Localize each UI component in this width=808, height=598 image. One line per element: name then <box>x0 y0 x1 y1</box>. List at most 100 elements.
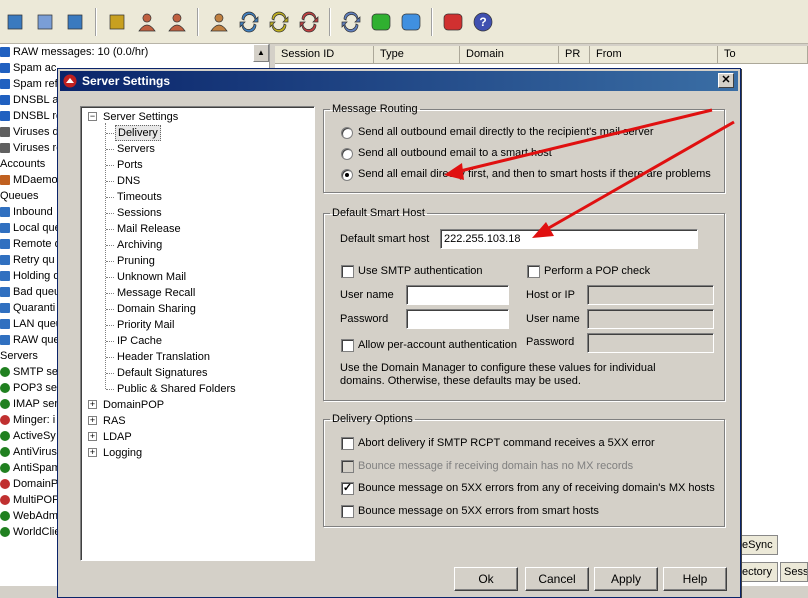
green-status-button[interactable] <box>368 9 394 35</box>
blue-status-button[interactable] <box>398 9 424 35</box>
tree-item-timeouts[interactable]: Timeouts <box>115 189 164 205</box>
queue-refresh-blue-button[interactable] <box>338 9 364 35</box>
tree-item-unknown-mail[interactable]: Unknown Mail <box>115 269 188 285</box>
status-icon <box>0 79 10 89</box>
user-button[interactable] <box>164 9 190 35</box>
per-account-auth-label[interactable]: Allow per-account authentication <box>358 339 517 351</box>
bounce-smarthost-5xx-label[interactable]: Bounce message on 5XX errors from smart … <box>358 505 599 517</box>
column-header-pr[interactable]: PR <box>559 46 590 64</box>
tree-item-sessions[interactable]: Sessions <box>115 205 164 221</box>
filter-button[interactable] <box>32 9 58 35</box>
routing-smarthost-label[interactable]: Send all outbound email to a smart host <box>358 147 552 159</box>
status-tree-item-label: Inbound <box>13 206 53 218</box>
status-tree-item-label: LAN queu <box>13 318 62 330</box>
bounce-mx-5xx-label[interactable]: Bounce message on 5XX errors from any of… <box>358 482 715 494</box>
pop-host-input[interactable] <box>587 285 714 305</box>
dialog-titlebar[interactable]: Server Settings ✕ <box>60 71 738 91</box>
status-tree-item-label: WebAdm <box>13 510 59 522</box>
queue-refresh-red-button[interactable] <box>296 9 322 35</box>
red-status-button[interactable] <box>440 9 466 35</box>
apply-button[interactable]: Apply <box>594 567 658 591</box>
collapse-icon[interactable]: − <box>88 112 97 121</box>
queue-refresh-blue-icon <box>341 11 361 32</box>
tree-item-message-recall[interactable]: Message Recall <box>115 285 197 301</box>
column-header-to[interactable]: To <box>718 46 808 64</box>
smart-host-input[interactable]: 222.255.103.18 <box>440 229 698 249</box>
tree-connector <box>106 133 114 134</box>
tree-item-domainpop[interactable]: DomainPOP <box>101 397 166 413</box>
column-header-domain[interactable]: Domain <box>460 46 559 64</box>
tree-item-mail-release[interactable]: Mail Release <box>115 221 183 237</box>
server-icon <box>0 495 10 505</box>
queue-icon <box>0 319 10 329</box>
bounce-smarthost-5xx-checkbox[interactable] <box>341 505 354 518</box>
users-button[interactable] <box>206 9 232 35</box>
status-tree-item-label: MDaemor <box>13 174 62 186</box>
bounce-mx-5xx-checkbox[interactable]: ✓ <box>341 482 354 495</box>
expand-icon[interactable]: + <box>88 432 97 441</box>
tab-session[interactable]: Sess <box>780 562 808 582</box>
tab-activesync[interactable]: eSync <box>738 535 778 555</box>
pop-password-input[interactable] <box>587 333 714 353</box>
tree-item-ip-cache[interactable]: IP Cache <box>115 333 164 349</box>
bounce-no-mx-label[interactable]: Bounce message if receiving domain has n… <box>358 460 633 472</box>
find-button[interactable] <box>62 9 88 35</box>
tree-item-delivery[interactable]: Delivery <box>115 125 161 141</box>
tree-item-pruning[interactable]: Pruning <box>115 253 157 269</box>
tree-item-dns[interactable]: DNS <box>115 173 142 189</box>
routing-direct-radio[interactable] <box>341 127 353 139</box>
tree-item-servers[interactable]: Servers <box>115 141 157 157</box>
close-button[interactable]: ✕ <box>718 73 734 88</box>
tree-item-domain-sharing[interactable]: Domain Sharing <box>115 301 198 317</box>
tree-item-header-translation[interactable]: Header Translation <box>115 349 212 365</box>
routing-smarthost-radio[interactable] <box>341 148 353 160</box>
column-header-session-id[interactable]: Session ID <box>275 46 374 64</box>
status-tree-item-label: POP3 ser <box>13 382 61 394</box>
tree-item-default-signatures[interactable]: Default Signatures <box>115 365 210 381</box>
expand-icon[interactable]: + <box>88 448 97 457</box>
scroll-up-button[interactable]: ▲ <box>253 44 269 62</box>
smtp-auth-label[interactable]: Use SMTP authentication <box>358 265 483 277</box>
tab-directory[interactable]: ectory <box>738 562 778 582</box>
abort-5xx-label[interactable]: Abort delivery if SMTP RCPT command rece… <box>358 437 655 449</box>
tree-item-archiving[interactable]: Archiving <box>115 237 164 253</box>
pop-user-name-input[interactable] <box>587 309 714 329</box>
dialog-title: Server Settings <box>82 74 171 88</box>
queue-refresh-yellow-button[interactable] <box>266 9 292 35</box>
smtp-auth-checkbox[interactable] <box>341 265 354 278</box>
per-account-auth-checkbox[interactable] <box>341 339 354 352</box>
lock-button[interactable] <box>104 9 130 35</box>
settings-nav-tree[interactable]: − Server Settings Delivery Servers Ports DNS T… <box>80 106 315 561</box>
tree-item-public-shared-folders[interactable]: Public & Shared Folders <box>115 381 238 397</box>
tree-item-ras[interactable]: RAS <box>101 413 128 429</box>
tree-item-priority-mail[interactable]: Priority Mail <box>115 317 176 333</box>
queue-refresh-button[interactable] <box>236 9 262 35</box>
help-button[interactable]: Help <box>663 567 727 591</box>
password-input[interactable] <box>406 309 509 329</box>
column-header-from[interactable]: From <box>590 46 718 64</box>
column-header-type[interactable]: Type <box>374 46 460 64</box>
routing-direct-label[interactable]: Send all outbound email directly to the … <box>358 126 654 138</box>
pop-check-checkbox[interactable] <box>527 265 540 278</box>
routing-fallback-radio[interactable] <box>341 169 353 181</box>
tree-item-ldap[interactable]: LDAP <box>101 429 134 445</box>
expand-icon[interactable]: + <box>88 416 97 425</box>
routing-fallback-label[interactable]: Send all email directly first, and then … <box>358 168 711 180</box>
user-name-input[interactable] <box>406 285 509 305</box>
connect-button[interactable] <box>2 9 28 35</box>
tree-item-server-settings[interactable]: Server Settings <box>101 109 180 125</box>
ok-button[interactable]: Ok <box>454 567 518 591</box>
users-search-button[interactable] <box>134 9 160 35</box>
pop-check-label[interactable]: Perform a POP check <box>544 265 650 277</box>
help-button[interactable]: ? <box>470 9 496 35</box>
cancel-button[interactable]: Cancel <box>525 567 589 591</box>
tree-item-logging[interactable]: Logging <box>101 445 144 461</box>
abort-5xx-checkbox[interactable] <box>341 437 354 450</box>
tree-item-ports[interactable]: Ports <box>115 157 145 173</box>
status-tree-item[interactable]: RAW messages: 10 (0.0/hr) <box>0 44 269 60</box>
queue-refresh-red-icon <box>299 11 319 32</box>
expand-icon[interactable]: + <box>88 400 97 409</box>
bounce-no-mx-checkbox[interactable] <box>341 460 354 473</box>
status-tree-item-label: IMAP ser <box>13 398 59 410</box>
lock-icon <box>109 14 125 29</box>
